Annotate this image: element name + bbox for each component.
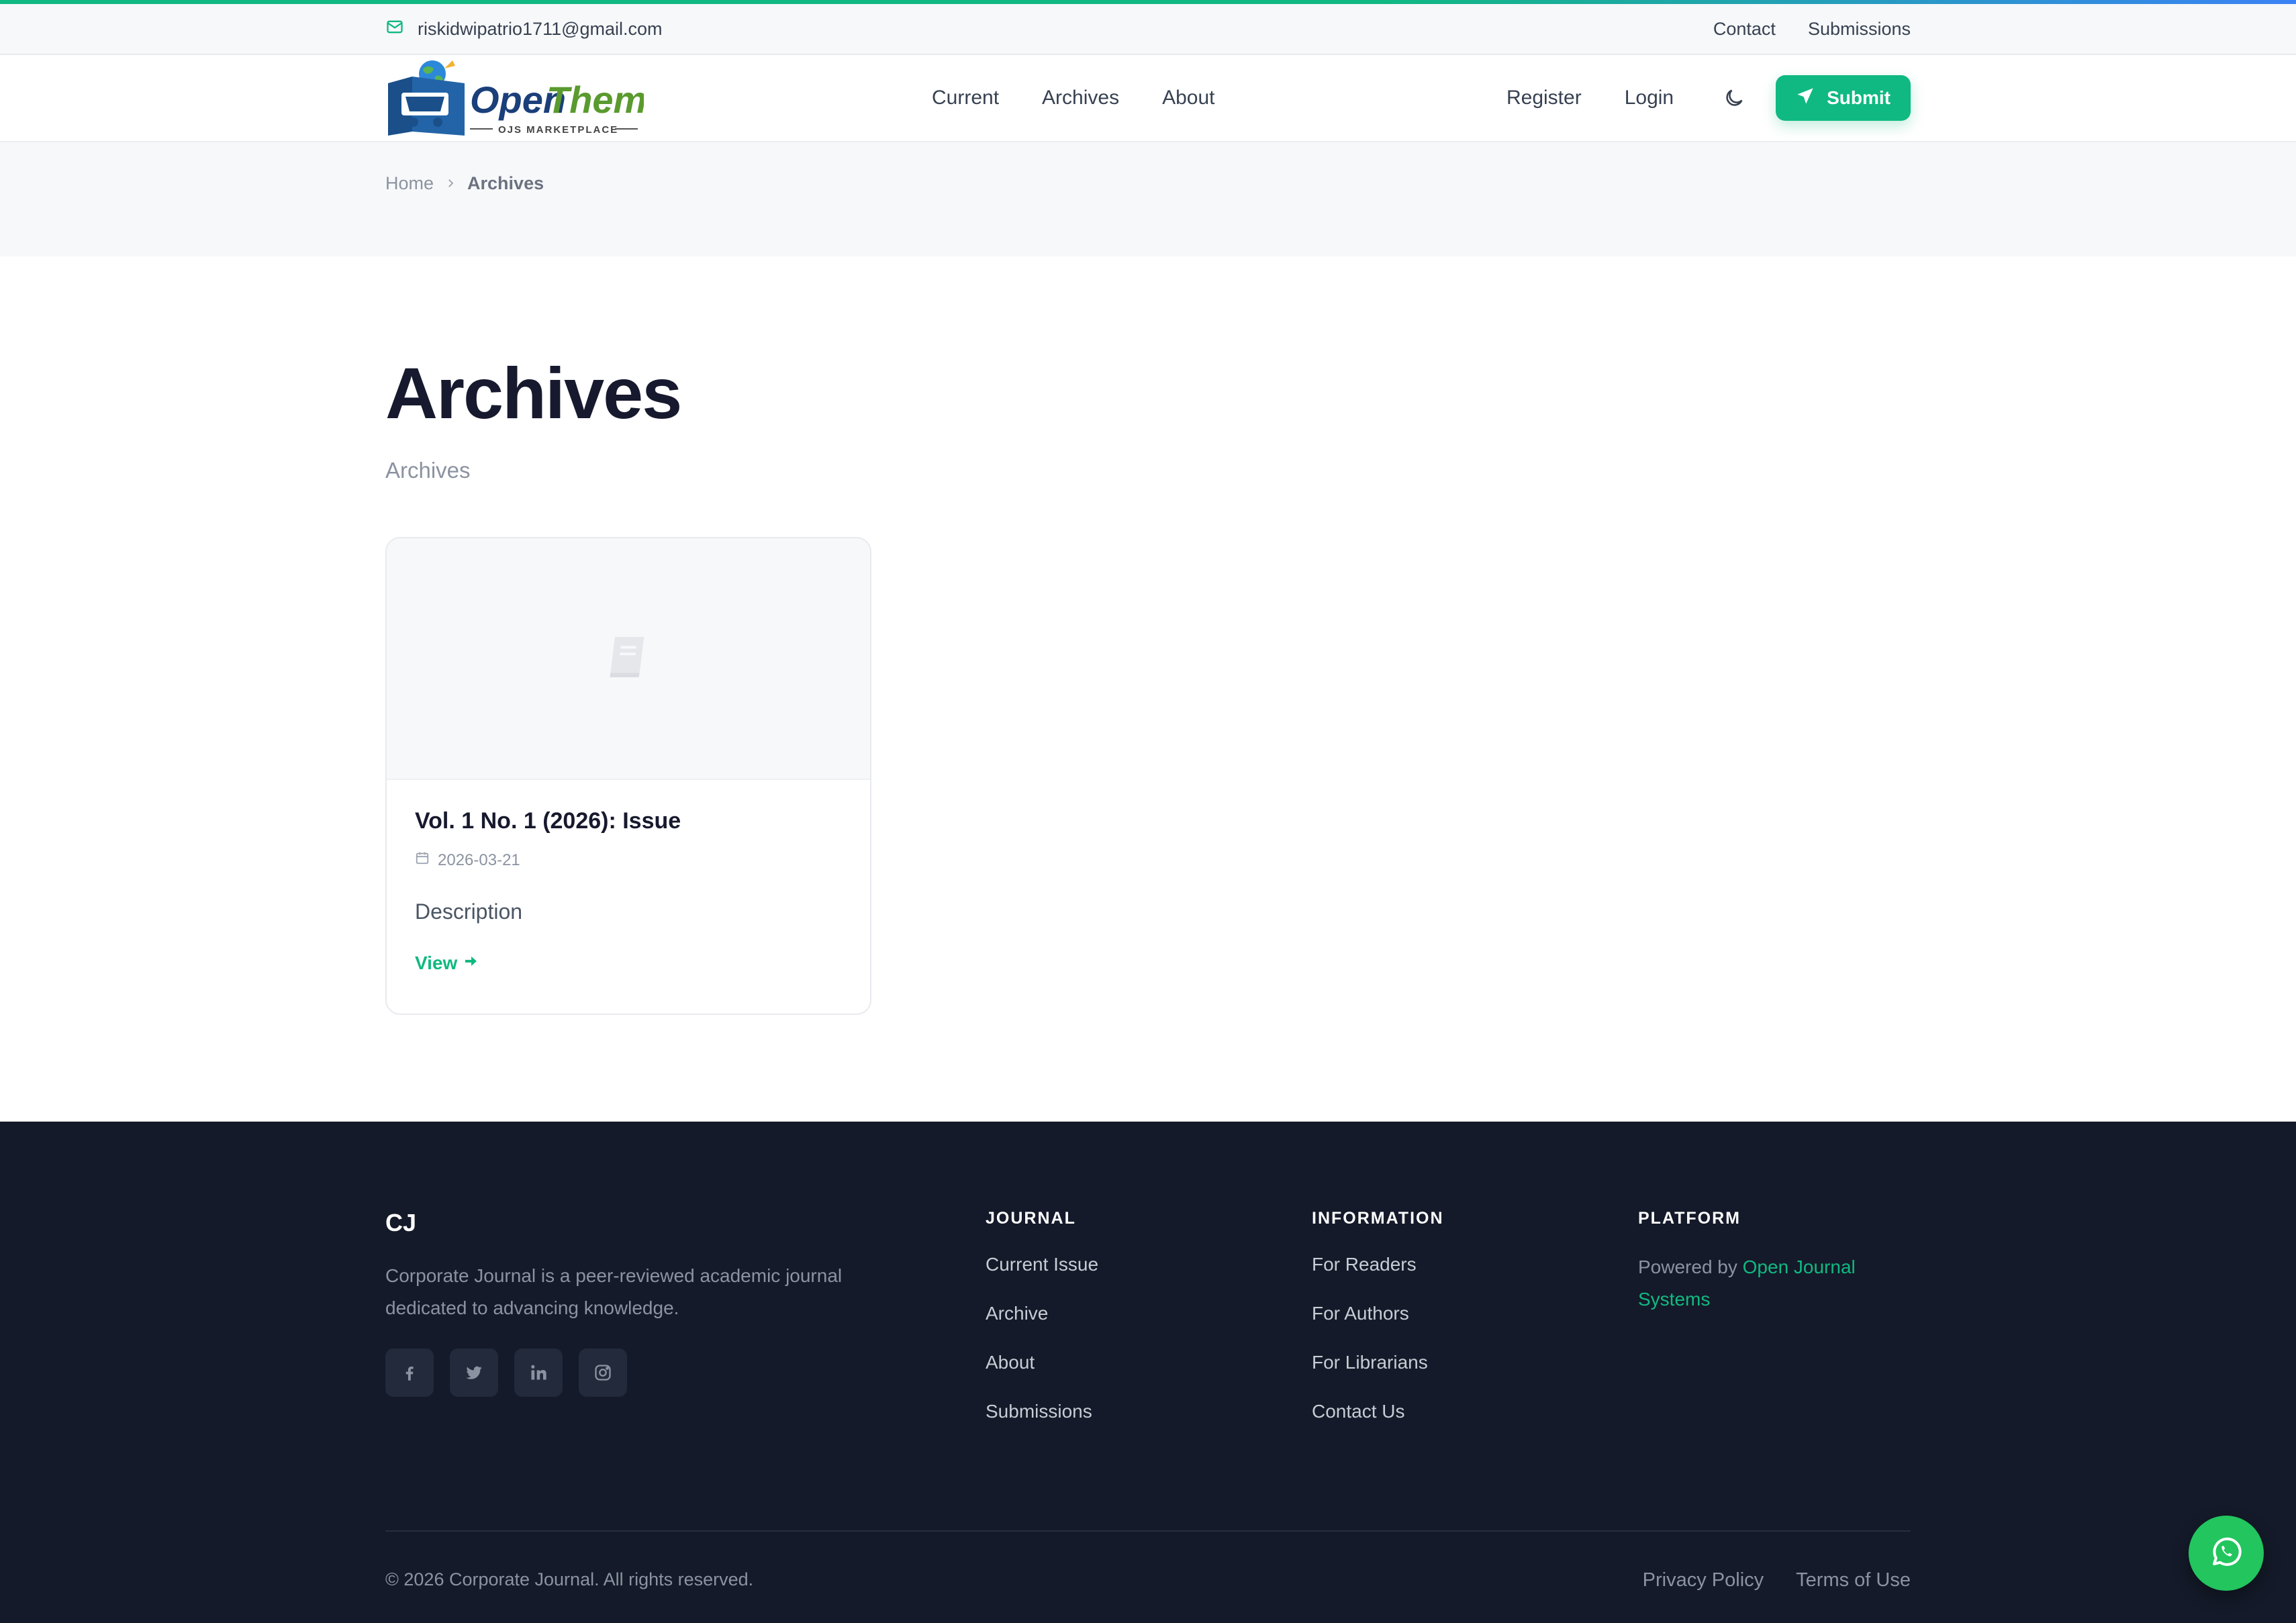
book-icon	[602, 630, 655, 687]
breadcrumb-current: Archives	[467, 173, 544, 193]
issue-date: 2026-03-21	[415, 850, 842, 870]
footer-link-for-authors[interactable]: For Authors	[1312, 1303, 1409, 1324]
dark-mode-toggle-moon-icon[interactable]	[1721, 85, 1748, 111]
main-nav: Current Archives About	[932, 87, 1215, 109]
issue-card[interactable]: Vol. 1 No. 1 (2026): Issue 2026-03-21 De…	[385, 537, 871, 1015]
site-footer: CJ Corporate Journal is a peer-reviewed …	[0, 1122, 2296, 1623]
powered-by-prefix: Powered by	[1638, 1257, 1743, 1277]
privacy-policy-link[interactable]: Privacy Policy	[1643, 1569, 1764, 1591]
terms-of-use-link[interactable]: Terms of Use	[1796, 1569, 1911, 1591]
footer-platform-heading: PLATFORM	[1638, 1209, 1741, 1228]
footer-link-contact-us[interactable]: Contact Us	[1312, 1401, 1405, 1422]
footer-link-archive[interactable]: Archive	[986, 1303, 1048, 1324]
contact-email[interactable]: riskidwipatrio1711@gmail.com	[385, 17, 663, 41]
footer-link-current-issue[interactable]: Current Issue	[986, 1254, 1098, 1275]
nav-about[interactable]: About	[1162, 87, 1214, 109]
powered-by-text: Powered by Open Journal Systems	[1638, 1251, 1893, 1316]
submit-button[interactable]: Submit	[1776, 75, 1911, 121]
logo-word-themes: Themes	[546, 79, 644, 121]
logo-tagline: OJS MARKETPLACE	[498, 124, 618, 136]
calendar-icon	[415, 850, 430, 870]
chevron-right-icon	[444, 173, 457, 194]
top-bar: riskidwipatrio1711@gmail.com Contact Sub…	[0, 0, 2296, 55]
breadcrumb-home[interactable]: Home	[385, 173, 434, 194]
issue-title[interactable]: Vol. 1 No. 1 (2026): Issue	[415, 808, 842, 834]
paper-plane-icon	[1796, 87, 1815, 110]
issue-view-link[interactable]: View	[415, 952, 479, 974]
instagram-icon[interactable]	[579, 1348, 627, 1397]
page-title: Archives	[385, 352, 682, 434]
login-link[interactable]: Login	[1625, 87, 1674, 109]
arrow-right-icon	[463, 952, 479, 974]
topbar-submissions-link[interactable]: Submissions	[1808, 19, 1911, 40]
issue-view-label: View	[415, 952, 458, 973]
issue-date-text: 2026-03-21	[438, 850, 520, 869]
topbar-contact-link[interactable]: Contact	[1713, 19, 1776, 40]
mail-icon	[385, 17, 404, 41]
site-header: Open Themes OJS MARKETPLACE Current Arch…	[0, 55, 2296, 142]
nav-current[interactable]: Current	[932, 87, 999, 109]
footer-link-for-librarians[interactable]: For Librarians	[1312, 1352, 1428, 1373]
breadcrumb: Home Archives	[385, 142, 1911, 194]
breadcrumb-band: Home Archives	[0, 142, 2296, 256]
copyright-text: © 2026 Corporate Journal. All rights res…	[385, 1569, 754, 1589]
page-subtitle: Archives	[385, 458, 471, 483]
nav-archives[interactable]: Archives	[1042, 87, 1119, 109]
footer-information-heading: INFORMATION	[1312, 1209, 1444, 1228]
issue-description: Description	[415, 899, 523, 924]
register-link[interactable]: Register	[1506, 87, 1582, 109]
submit-button-label: Submit	[1827, 87, 1891, 108]
facebook-icon[interactable]	[385, 1348, 434, 1397]
twitter-icon[interactable]	[450, 1348, 498, 1397]
footer-link-for-readers[interactable]: For Readers	[1312, 1254, 1417, 1275]
issue-cover-placeholder[interactable]	[387, 538, 870, 780]
footer-journal-heading: JOURNAL	[986, 1209, 1076, 1228]
email-text: riskidwipatrio1711@gmail.com	[418, 18, 663, 39]
main-content: Archives Archives Vol. 1 No. 1 (2026): I…	[0, 256, 2296, 1015]
linkedin-icon[interactable]	[514, 1348, 563, 1397]
footer-link-submissions[interactable]: Submissions	[986, 1401, 1092, 1422]
site-logo[interactable]: Open Themes OJS MARKETPLACE	[385, 55, 654, 141]
whatsapp-icon	[2208, 1534, 2244, 1573]
footer-link-about[interactable]: About	[986, 1352, 1035, 1373]
footer-brand-name: CJ	[385, 1209, 417, 1236]
footer-bottom: © 2026 Corporate Journal. All rights res…	[385, 1530, 1911, 1591]
whatsapp-chat-button[interactable]	[2189, 1516, 2264, 1591]
footer-description: Corporate Journal is a peer-reviewed aca…	[385, 1265, 843, 1318]
